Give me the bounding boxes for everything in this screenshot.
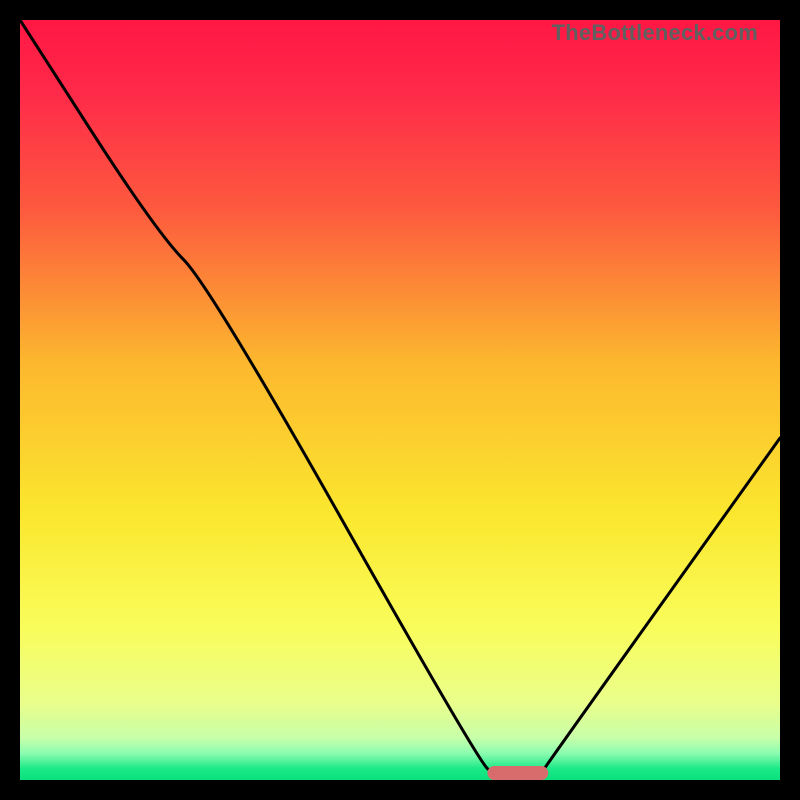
bottleneck-chart xyxy=(20,20,780,780)
watermark-text: TheBottleneck.com xyxy=(552,20,758,46)
optimal-marker xyxy=(487,766,548,780)
chart-frame: TheBottleneck.com xyxy=(20,20,780,780)
gradient-background xyxy=(20,20,780,780)
